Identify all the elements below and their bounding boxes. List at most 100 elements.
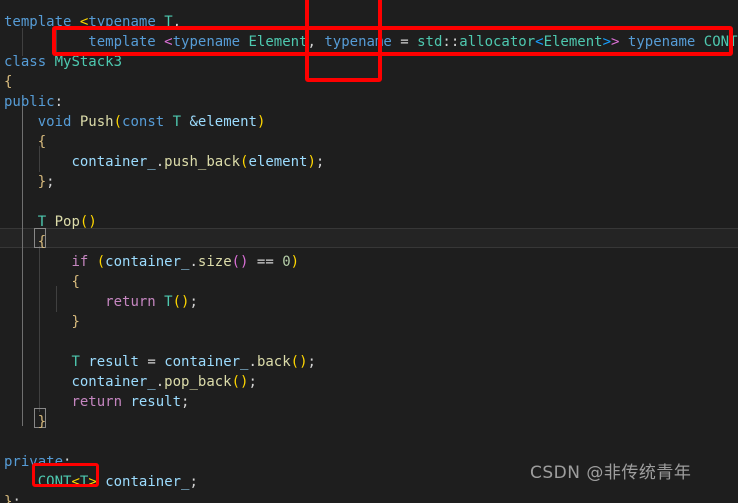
token-keyword: typename [627, 34, 696, 50]
code-editor-screenshot: template <typename T, template <typename… [0, 0, 738, 503]
code-line-8[interactable]: container_.push_back(element); [0, 152, 738, 172]
token-control: return [105, 294, 156, 310]
code-line-12[interactable]: { [0, 232, 738, 252]
code-line-1[interactable]: template <typename T, [0, 12, 738, 32]
token-keyword: typename [88, 14, 156, 30]
token-function: Pop [54, 214, 80, 230]
token-bracket: < [164, 34, 173, 50]
token-number: 0 [282, 254, 291, 270]
token-keyword: private [4, 454, 64, 470]
token-keyword: public [4, 94, 55, 110]
token-keyword: typename [172, 34, 241, 50]
token-punct: = [147, 354, 156, 370]
code-line-17[interactable] [0, 332, 738, 352]
token-bracket: () [79, 214, 97, 230]
code-line-20[interactable]: return result; [0, 392, 738, 412]
token-bracket: ) [307, 154, 316, 170]
code-line-4[interactable]: { [0, 72, 738, 92]
token-variable: result [130, 394, 182, 410]
code-line-3[interactable]: class MyStack3 [0, 52, 738, 72]
token-variable: container_ [105, 254, 190, 270]
token-punct: = [400, 34, 409, 50]
token-brace: { [37, 234, 47, 250]
token-punct: . [189, 254, 198, 270]
token-function: Push [79, 114, 114, 130]
token-variable: container_ [105, 474, 190, 490]
token-punct: ; [189, 294, 198, 310]
token-control: if [71, 254, 89, 270]
code-line-9[interactable]: }; [0, 172, 738, 192]
code-line-11[interactable]: T Pop() [0, 212, 738, 232]
code-line-15[interactable]: return T(); [0, 292, 738, 312]
token-punct: . [155, 374, 165, 390]
token-punct: :: [442, 34, 460, 50]
token-bracket: > [602, 34, 612, 50]
code-line-2[interactable]: template <typename Element, typename = s… [0, 32, 738, 52]
token-type: allocator [459, 34, 536, 50]
token-type: T [164, 294, 173, 310]
token-type: std [417, 34, 443, 50]
watermark: CSDN @非传统青年 [530, 463, 692, 483]
token-variable: &element [189, 114, 257, 130]
token-keyword: typename [324, 34, 392, 50]
token-bracket: < [71, 474, 80, 490]
token-function: size [197, 254, 232, 270]
token-function: push_back [164, 154, 241, 170]
token-bracket: () [290, 354, 308, 370]
code-line-13[interactable]: if (container_.size() == 0) [0, 252, 738, 272]
token-punct: ; [46, 174, 55, 190]
token-punct: ; [189, 474, 198, 490]
token-type: Element [248, 34, 308, 50]
token-type: T [172, 114, 182, 130]
token-type: MyStack3 [54, 54, 123, 70]
code-line-10[interactable] [0, 192, 738, 212]
token-punct: ; [12, 494, 21, 503]
token-bracket: () [231, 374, 249, 390]
code-line-6[interactable]: void Push(const T &element) [0, 112, 738, 132]
token-punct: ; [248, 374, 257, 390]
token-variable: container_ [71, 374, 156, 390]
token-brace: { [71, 274, 80, 290]
token-type: T [37, 214, 47, 230]
token-punct: == [256, 254, 274, 270]
code-line-22[interactable] [0, 432, 738, 452]
token-punct: , [307, 34, 316, 50]
token-bracket: () [172, 294, 190, 310]
token-bracket: () [231, 254, 249, 270]
token-bracket: ( [113, 114, 123, 130]
token-punct: . [155, 154, 165, 170]
code-surface[interactable]: template <typename T, template <typename… [0, 0, 738, 503]
token-type: CONT [703, 34, 738, 50]
token-variable: container_ [164, 354, 249, 370]
token-bracket: > [611, 34, 620, 50]
token-bracket: ( [96, 254, 106, 270]
code-line-18[interactable]: T result = container_.back(); [0, 352, 738, 372]
token-variable: container_ [71, 154, 156, 170]
token-brace: { [4, 74, 13, 90]
token-brace: { [37, 134, 47, 150]
code-line-19[interactable]: container_.pop_back(); [0, 372, 738, 392]
code-line-25[interactable]: }; [0, 492, 738, 503]
token-punct: : [63, 454, 72, 470]
code-line-5[interactable]: public: [0, 92, 738, 112]
token-keyword: class [4, 54, 47, 70]
token-bracket: ) [256, 114, 266, 130]
token-keyword: template [4, 14, 72, 30]
token-function: back [256, 354, 291, 370]
token-type: Element [543, 34, 603, 50]
code-line-16[interactable]: } [0, 312, 738, 332]
code-line-7[interactable]: { [0, 132, 738, 152]
token-brace: } [37, 174, 47, 190]
code-line-14[interactable]: { [0, 272, 738, 292]
code-line-21[interactable]: } [0, 412, 738, 432]
token-function: pop_back [164, 374, 232, 390]
token-type: T [71, 354, 80, 370]
token-variable: result [88, 354, 139, 370]
token-type: CONT [37, 474, 72, 490]
token-bracket: > [88, 474, 97, 490]
token-punct: : [54, 94, 64, 110]
token-keyword: const [122, 114, 165, 130]
token-control: return [71, 394, 123, 410]
token-keyword: template [88, 34, 156, 50]
token-type: T [164, 14, 173, 30]
